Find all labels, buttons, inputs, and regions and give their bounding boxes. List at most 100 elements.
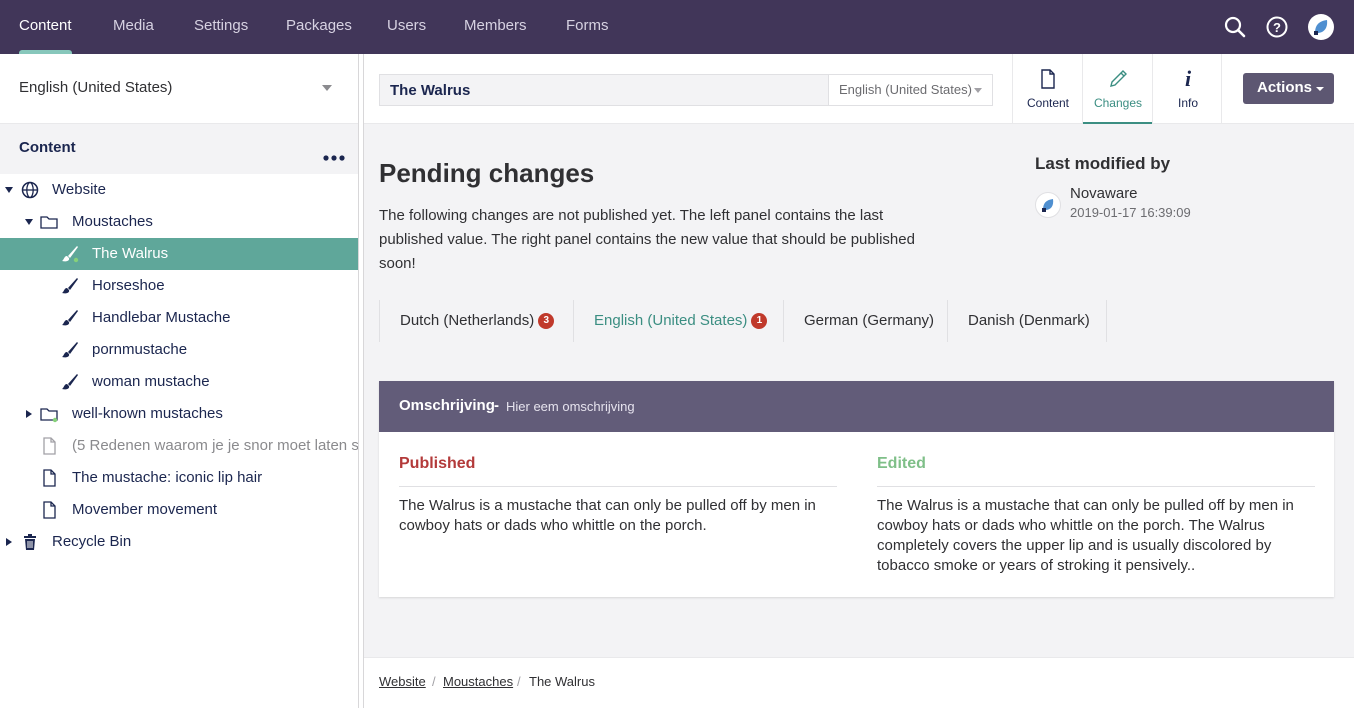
sidebar-language-select[interactable]: English (United States) [0, 54, 358, 124]
tab-danish-denmark[interactable]: Danish (Denmark) [948, 300, 1107, 342]
tree-title: Content [19, 139, 76, 156]
chevron-down-icon [1316, 87, 1324, 91]
tab-content[interactable]: Content [1012, 54, 1082, 124]
document-icon [1038, 68, 1058, 90]
expand-arrow-icon[interactable] [25, 219, 33, 225]
sidebar-language-value: English (United States) [19, 79, 173, 96]
trash-icon [20, 532, 40, 552]
editor-header: English (United States) Content Changes … [364, 54, 1354, 125]
actions-button[interactable]: Actions [1243, 73, 1334, 104]
pending-changes-panel: Pending changes The following changes ar… [364, 124, 1354, 657]
pencil-icon [1108, 68, 1128, 90]
edited-value: The Walrus is a mustache that can only b… [877, 497, 1294, 574]
breadcrumb-current: The Walrus [529, 674, 595, 689]
brush-icon [60, 276, 80, 296]
tab-english-united-states[interactable]: English (United States) 1 [574, 300, 784, 342]
brush-icon [60, 340, 80, 360]
actions-button-label: Actions [1257, 79, 1313, 96]
nav-forms[interactable]: Forms [566, 0, 609, 54]
property-header: Omschrijving - Hier eem omschrijving [379, 381, 1334, 432]
nav-content[interactable]: Content [19, 0, 72, 54]
tab-label: English (United States) [594, 312, 748, 329]
breadcrumb-website[interactable]: Website [379, 674, 426, 689]
brush-icon [60, 308, 80, 328]
nav-settings[interactable]: Settings [194, 0, 248, 54]
tree-node-well-known-mustaches[interactable]: well-known mustaches [0, 398, 358, 430]
top-navigation: Content Media Settings Packages Users Me… [0, 0, 1354, 54]
last-modified-title: Last modified by [1035, 154, 1171, 173]
more-options-icon[interactable] [323, 148, 345, 161]
last-modified-date: 2019-01-17 16:39:09 [1070, 205, 1191, 220]
pending-changes-description: The following changes are not published … [379, 207, 915, 272]
language-tabs: Dutch (Netherlands) 3 English (United Sta… [379, 300, 1107, 342]
avatar [1035, 192, 1061, 218]
tab-german-germany[interactable]: German (Germany) [784, 300, 948, 342]
tree-node-moustaches[interactable]: Moustaches [0, 206, 358, 238]
tree-node-label: The mustache: iconic lip hair [72, 469, 263, 486]
breadcrumb-separator: / [517, 674, 521, 689]
document-icon [39, 500, 59, 520]
svg-text:?: ? [1273, 20, 1281, 35]
published-value: The Walrus is a mustache that can only b… [399, 497, 816, 534]
chevron-down-icon [974, 88, 982, 93]
tree-node-website[interactable]: Website [0, 174, 358, 206]
tree-node-movember-movement[interactable]: Movember movement [0, 494, 358, 526]
tree-node-label: (5 Redenen waarom je je snor moet laten … [72, 437, 358, 454]
tree-node-the-walrus[interactable]: The Walrus [0, 238, 358, 270]
tree-node-handlebar-mustache[interactable]: Handlebar Mustache [0, 302, 358, 334]
tab-dutch-netherlands[interactable]: Dutch (Netherlands) 3 [380, 300, 574, 342]
tab-info[interactable]: i Info [1152, 54, 1222, 124]
help-icon[interactable]: ? [1265, 15, 1289, 39]
tree-node-pornmustache[interactable]: pornmustache [0, 334, 358, 366]
expand-arrow-icon[interactable] [5, 187, 13, 193]
expand-arrow-icon[interactable] [6, 538, 12, 546]
breadcrumb-moustaches[interactable]: Moustaches [443, 674, 513, 689]
variant-language-select[interactable]: English (United States) [828, 75, 992, 105]
tab-changes[interactable]: Changes [1082, 54, 1152, 125]
folder-icon [39, 404, 59, 424]
info-icon: i [1178, 66, 1198, 91]
tree-node-5-redenen[interactable]: (5 Redenen waarom je je snor moet laten … [0, 430, 358, 462]
tab-label: Dutch (Netherlands) [400, 312, 535, 329]
node-name-field: English (United States) [379, 74, 993, 106]
nav-packages[interactable]: Packages [286, 0, 352, 54]
tree-node-recycle-bin[interactable]: Recycle Bin [0, 526, 358, 558]
published-title: Published [399, 455, 476, 472]
tree-node-label: Website [52, 181, 106, 198]
tree-node-label: The Walrus [92, 245, 169, 262]
divider [877, 486, 1315, 487]
property-name: Omschrijving [399, 397, 495, 414]
nav-users[interactable]: Users [387, 0, 426, 54]
divider [399, 486, 837, 487]
user-avatar-icon[interactable] [1307, 13, 1335, 41]
tree-node-iconic-lip-hair[interactable]: The mustache: iconic lip hair [0, 462, 358, 494]
change-count-badge: 3 [538, 313, 555, 329]
content-tree-sidebar: English (United States) Content Website … [0, 54, 358, 708]
tree-node-label: Recycle Bin [52, 533, 132, 550]
tree-node-horseshoe[interactable]: Horseshoe [0, 270, 358, 302]
document-icon [39, 468, 59, 488]
svg-text:i: i [1185, 68, 1192, 90]
search-icon[interactable] [1223, 15, 1247, 39]
tree-node-label: pornmustache [92, 341, 188, 358]
last-modified-user: Novaware [1070, 185, 1138, 202]
tree-header: Content [0, 124, 358, 174]
node-name-input[interactable] [390, 80, 810, 100]
nav-members[interactable]: Members [464, 0, 527, 54]
property-separator: - [494, 397, 499, 414]
brush-icon [60, 372, 80, 392]
tab-label: German (Germany) [804, 312, 935, 329]
tree-node-label: woman mustache [92, 373, 210, 390]
tree-node-label: Moustaches [72, 213, 153, 230]
expand-arrow-icon[interactable] [26, 410, 32, 418]
edited-title: Edited [877, 455, 926, 472]
breadcrumb-separator: / [432, 674, 436, 689]
tab-content-label: Content [1026, 96, 1070, 110]
folder-icon [39, 212, 59, 232]
change-count-badge: 1 [751, 313, 768, 329]
tree-node-woman-mustache[interactable]: woman mustache [0, 366, 358, 398]
document-icon [39, 436, 59, 456]
tab-changes-label: Changes [1093, 96, 1143, 110]
property-description: Hier eem omschrijving [506, 399, 635, 414]
nav-media[interactable]: Media [113, 0, 154, 54]
